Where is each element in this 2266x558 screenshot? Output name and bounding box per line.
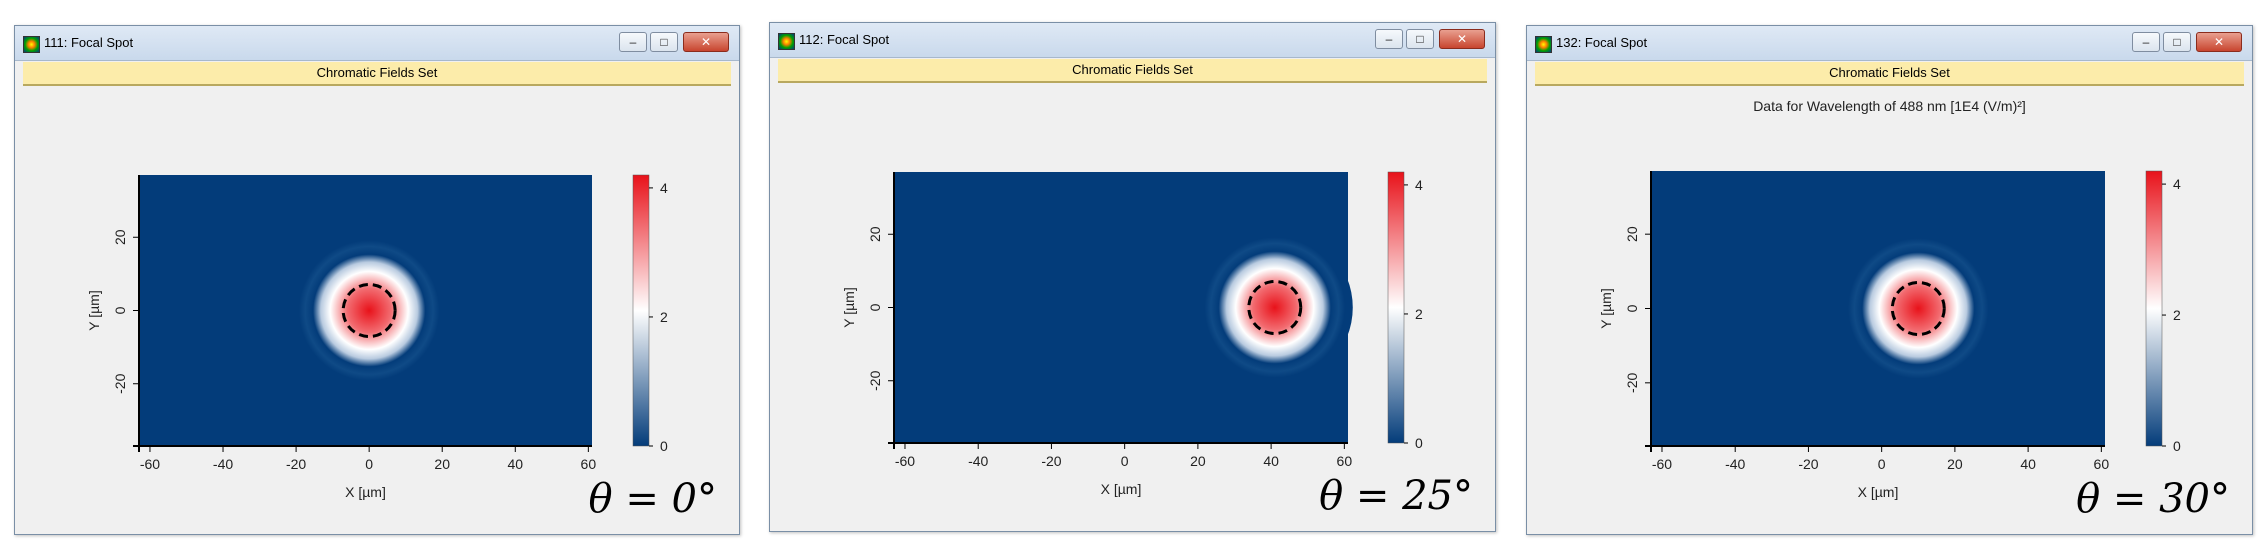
app-icon <box>23 36 40 53</box>
window-title: 112: Focal Spot <box>799 32 890 47</box>
focal-spot <box>291 232 448 389</box>
chromatic-fields-header[interactable]: Chromatic Fields Set <box>23 62 731 86</box>
x-tick-label: 20 <box>434 456 450 472</box>
x-tick-label: -20 <box>1798 456 1818 472</box>
angle-label: θ = 30° <box>2076 476 2230 522</box>
y-tick-label: -20 <box>1624 372 1640 392</box>
x-tick-label: 0 <box>1121 453 1129 469</box>
focal-spot-window-111: 111: Focal Spot – □ ✕ Chromatic Fields S… <box>14 25 740 535</box>
y-tick-label: 0 <box>112 306 128 314</box>
x-tick-label: 40 <box>2020 456 2036 472</box>
app-icon <box>778 33 795 50</box>
x-axis-label: X [µm] <box>345 484 386 500</box>
chromatic-fields-header[interactable]: Chromatic Fields Set <box>778 59 1487 83</box>
field-plot[interactable]: -60 -40 -20 0 20 40 60 -20 0 20 X [µm] Y [µm] 0 2 4 <box>778 83 1489 525</box>
close-button[interactable]: ✕ <box>1439 29 1485 49</box>
colorbar-tick-label: 2 <box>2173 307 2181 323</box>
x-tick-label: 0 <box>1878 456 1886 472</box>
colorbar-tick-label: 0 <box>1415 435 1423 451</box>
y-axis-label: Y [µm] <box>841 287 857 327</box>
colorbar-tick-label: 2 <box>1415 306 1423 322</box>
close-button[interactable]: ✕ <box>683 32 729 52</box>
y-tick-label: 0 <box>867 303 883 311</box>
window-title: 111: Focal Spot <box>44 35 134 50</box>
maximize-button[interactable]: □ <box>1406 29 1434 49</box>
y-tick-label: 20 <box>1624 226 1640 242</box>
x-tick-label: 60 <box>1337 453 1353 469</box>
focal-spot-window-112: 112: Focal Spot – □ ✕ Chromatic Fields S… <box>769 22 1496 532</box>
y-tick-label: -20 <box>867 370 883 390</box>
window-titlebar[interactable]: 111: Focal Spot – □ ✕ <box>15 26 739 61</box>
app-icon <box>1535 36 1552 53</box>
colorbar-tick-label: 4 <box>660 180 668 196</box>
chromatic-fields-header[interactable]: Chromatic Fields Set <box>1535 62 2244 86</box>
y-tick-label: 20 <box>112 229 128 245</box>
x-tick-label: -40 <box>968 453 988 469</box>
x-tick-label: 20 <box>1947 456 1963 472</box>
colorbar-tick-label: 4 <box>2173 176 2181 192</box>
plot-area: -60 -40 -20 0 20 40 60 -20 0 20 X [µm] Y [µm] 0 2 4 θ … <box>778 83 1487 523</box>
colorbar <box>632 174 650 447</box>
minimize-button[interactable]: – <box>619 32 647 52</box>
y-tick-label: 0 <box>1624 304 1640 312</box>
x-tick-label: -60 <box>895 453 915 469</box>
x-tick-label: 60 <box>2094 456 2110 472</box>
x-tick-label: 40 <box>1263 453 1279 469</box>
y-axis-label: Y [µm] <box>1598 288 1614 328</box>
x-tick-label: 60 <box>581 456 597 472</box>
angle-label: θ = 25° <box>1319 473 1473 519</box>
x-axis-label: X [µm] <box>1858 484 1899 500</box>
focal-spot-window-132: 132: Focal Spot – □ ✕ Chromatic Fields S… <box>1526 25 2253 535</box>
x-tick-label: 40 <box>507 456 523 472</box>
field-plot[interactable]: -60 -40 -20 0 20 40 60 -20 0 20 X [µm] Y [µm] 0 2 4 <box>1535 86 2246 528</box>
minimize-button[interactable]: – <box>1375 29 1403 49</box>
x-tick-label: -60 <box>1652 456 1672 472</box>
x-tick-label: -40 <box>1725 456 1745 472</box>
y-tick-label: 20 <box>867 226 883 242</box>
y-axis-label: Y [µm] <box>86 290 102 330</box>
plot-area: Data for Wavelength of 488 nm [1E4 (V/m)… <box>1535 86 2244 526</box>
plot-area: -60 -40 -20 0 20 40 60 -20 0 20 X [µm] Y [µm] 0 2 4 θ … <box>23 86 731 526</box>
angle-label: θ = 0° <box>588 476 717 522</box>
colorbar <box>1387 171 1405 444</box>
colorbar-tick-label: 0 <box>660 438 668 454</box>
maximize-button[interactable]: □ <box>2163 32 2191 52</box>
x-tick-label: -60 <box>140 456 160 472</box>
field-plot[interactable]: -60 -40 -20 0 20 40 60 -20 0 20 X [µm] Y [µm] 0 2 4 <box>23 86 733 528</box>
colorbar-tick-label: 2 <box>660 309 668 325</box>
focal-spot <box>1196 229 1353 386</box>
minimize-button[interactable]: – <box>2132 32 2160 52</box>
x-tick-label: -40 <box>213 456 233 472</box>
focal-spot <box>1840 230 1997 387</box>
colorbar-tick-label: 4 <box>1415 177 1423 193</box>
x-tick-label: 20 <box>1190 453 1206 469</box>
x-axis-label: X [µm] <box>1101 481 1142 497</box>
x-tick-label: 0 <box>365 456 373 472</box>
window-titlebar[interactable]: 132: Focal Spot – □ ✕ <box>1527 26 2252 61</box>
colorbar-tick-label: 0 <box>2173 438 2181 454</box>
close-button[interactable]: ✕ <box>2196 32 2242 52</box>
x-tick-label: -20 <box>1041 453 1061 469</box>
x-tick-label: -20 <box>286 456 306 472</box>
colorbar <box>2145 170 2163 447</box>
maximize-button[interactable]: □ <box>650 32 678 52</box>
window-title: 132: Focal Spot <box>1556 35 1648 50</box>
y-tick-label: -20 <box>112 373 128 393</box>
window-titlebar[interactable]: 112: Focal Spot – □ ✕ <box>770 23 1495 58</box>
